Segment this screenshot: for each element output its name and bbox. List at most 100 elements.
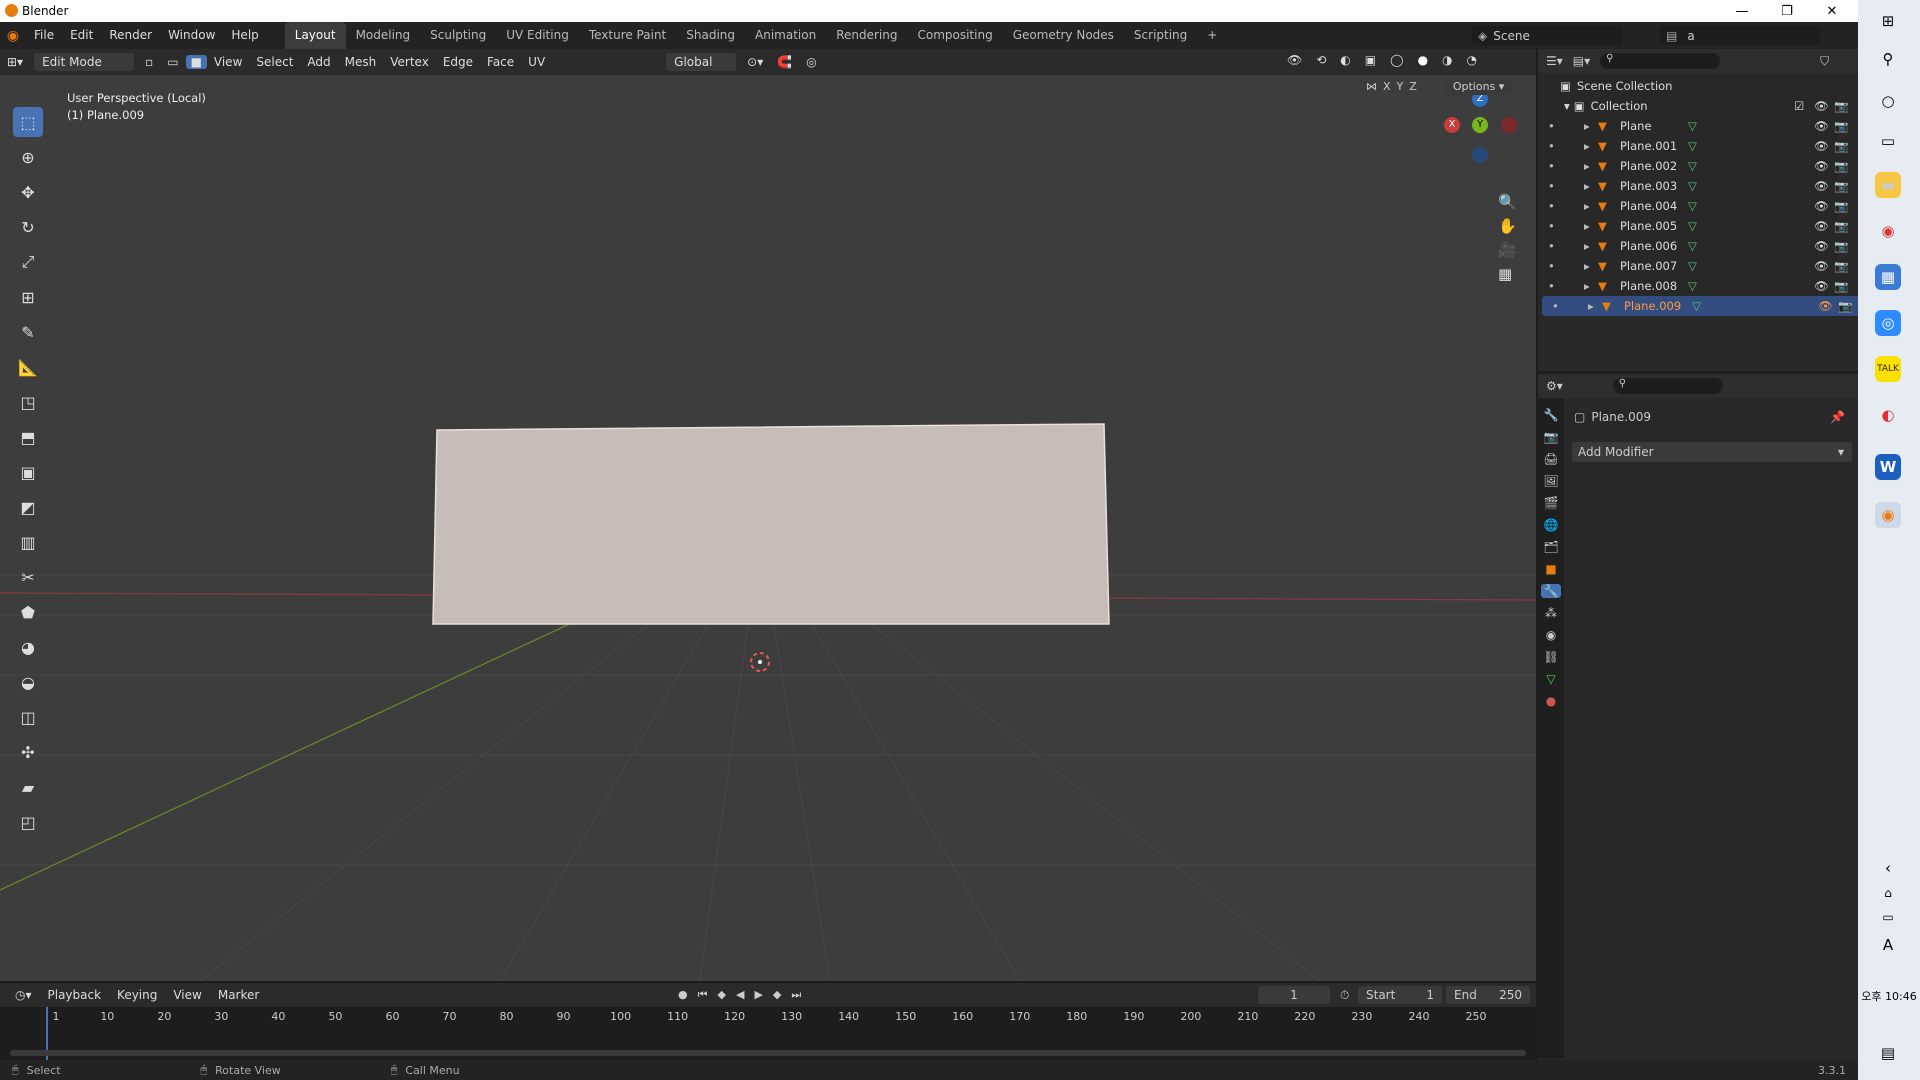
scene-selector[interactable]: ◈ Scene xyxy=(1472,26,1622,45)
mesh-data-icon[interactable]: ▽ xyxy=(1688,159,1697,173)
mesh-data-icon[interactable]: ▽ xyxy=(1688,119,1697,133)
mesh-data-icon[interactable]: ▽ xyxy=(1688,279,1697,293)
mesh-data-icon[interactable]: ▽ xyxy=(1688,139,1697,153)
clock[interactable]: 오후 10:46 xyxy=(1860,988,1918,1004)
jump-start-icon[interactable]: ⏮ xyxy=(698,988,708,1002)
camera-app-icon[interactable]: ◎ xyxy=(1875,310,1901,336)
add-modifier-dropdown[interactable]: Add Modifier ▾ xyxy=(1572,442,1852,462)
eye-icon[interactable]: 👁 xyxy=(1818,299,1833,313)
windows-start-icon[interactable]: ⊞ xyxy=(1875,8,1901,34)
outliner-item-row[interactable]: • ▸ ▼ Plane.007 ▽ 👁 📷 xyxy=(1538,256,1856,276)
select-box-tool-icon[interactable]: ⬚ xyxy=(13,107,43,137)
start-frame-field[interactable]: Start 1 xyxy=(1358,986,1442,1004)
tab-shading[interactable]: Shading xyxy=(676,22,745,49)
menu-render[interactable]: Render xyxy=(101,22,160,49)
mesh-data-icon[interactable]: ▽ xyxy=(1688,239,1697,253)
mode-selector[interactable]: Edit Mode xyxy=(34,53,135,71)
navigation-gizmo[interactable]: Z Y X xyxy=(1440,87,1520,167)
pan-hand-icon[interactable]: ✋ xyxy=(1498,217,1517,235)
outliner-item-label[interactable]: Plane.005 xyxy=(1620,219,1677,233)
expand-arrow-icon[interactable]: ▸ xyxy=(1584,139,1590,153)
play-reverse-icon[interactable]: ◀ xyxy=(736,988,744,1002)
chrome-icon[interactable]: ◉ xyxy=(1875,218,1901,244)
menu-keying[interactable]: Keying xyxy=(110,988,164,1002)
menu-mesh[interactable]: Mesh xyxy=(338,55,384,69)
expand-arrow-icon[interactable]: ▸ xyxy=(1584,279,1590,293)
pin-icon[interactable]: 📌 xyxy=(1830,410,1845,424)
object-tab-icon[interactable]: ■ xyxy=(1545,562,1556,576)
camera-icon[interactable]: 📷 xyxy=(1834,119,1848,133)
gizmo-x[interactable]: X xyxy=(1444,117,1460,133)
menu-vertex[interactable]: Vertex xyxy=(383,55,436,69)
eye-icon[interactable]: 👁 xyxy=(1814,239,1829,253)
poly-build-tool-icon[interactable]: ⬟ xyxy=(13,597,43,627)
measure-tool-icon[interactable]: 📐 xyxy=(13,352,43,382)
eye-icon[interactable]: 👁 xyxy=(1814,139,1829,153)
zoom-icon[interactable]: 🔍 xyxy=(1498,193,1517,211)
particles-tab-icon[interactable]: ⁂ xyxy=(1545,606,1557,620)
play-icon[interactable]: ▶ xyxy=(754,988,762,1002)
outliner-item-label[interactable]: Plane.007 xyxy=(1620,259,1677,273)
outliner-editor-icon[interactable]: ☰▾ xyxy=(1546,54,1563,68)
collapse-arrow-icon[interactable]: ▾ xyxy=(1564,99,1570,113)
world-tab-icon[interactable]: 🌐 xyxy=(1544,518,1559,532)
outliner-item-label[interactable]: Plane.008 xyxy=(1620,279,1677,293)
search-icon[interactable]: ⚲ xyxy=(1875,46,1901,72)
pivot-icon[interactable]: ⊙▾ xyxy=(740,55,770,69)
extrude-tool-icon[interactable]: ⬒ xyxy=(13,422,43,452)
outliner-item-row[interactable]: • ▸ ▼ Plane.008 ▽ 👁 📷 xyxy=(1538,276,1856,296)
scene-collection-row[interactable]: ▣ Scene Collection xyxy=(1538,76,1856,96)
outliner-item-row[interactable]: • ▸ ▼ Plane ▽ 👁 📷 xyxy=(1538,116,1856,136)
mesh-data-icon[interactable]: ▽ xyxy=(1692,299,1701,313)
maximize-button[interactable]: ❐ xyxy=(1765,0,1809,22)
cortana-icon[interactable]: ○ xyxy=(1875,88,1901,114)
ime-indicator[interactable]: A xyxy=(1875,932,1901,958)
expand-arrow-icon[interactable]: ▸ xyxy=(1588,299,1594,313)
file-explorer-icon[interactable]: ▬ xyxy=(1875,172,1901,198)
data-tab-icon[interactable]: ▽ xyxy=(1546,672,1555,686)
gizmo-neg-z[interactable] xyxy=(1472,147,1488,163)
task-view-icon[interactable]: ▭ xyxy=(1875,128,1901,154)
mirror-icon[interactable]: ⋈ xyxy=(1366,80,1377,93)
outliner-item-label[interactable]: Plane.006 xyxy=(1620,239,1677,253)
constraints-tab-icon[interactable]: ⛓ xyxy=(1543,650,1558,664)
eye-icon[interactable]: 👁 xyxy=(1814,199,1829,213)
visibility-icon[interactable]: 👁 xyxy=(1280,53,1309,67)
loop-cut-tool-icon[interactable]: ▥ xyxy=(13,527,43,557)
timeline-scrollbar[interactable] xyxy=(10,1050,1526,1056)
outliner-item-label[interactable]: Plane.002 xyxy=(1620,159,1677,173)
output-tab-icon[interactable]: 🖨 xyxy=(1543,452,1558,466)
minimize-button[interactable]: — xyxy=(1720,0,1764,22)
outliner-item-row[interactable]: • ▸ ▼ Plane.003 ▽ 👁 📷 xyxy=(1538,176,1856,196)
wireframe-shading-icon[interactable]: ◯ xyxy=(1383,53,1410,67)
proportional-edit-icon[interactable]: ◎ xyxy=(799,55,823,69)
menu-uv[interactable]: UV xyxy=(521,55,552,69)
eye-icon[interactable]: 👁 xyxy=(1814,99,1829,113)
blender-menu-icon[interactable]: ◉ xyxy=(0,28,26,44)
inset-tool-icon[interactable]: ▣ xyxy=(13,457,43,487)
add-cube-tool-icon[interactable]: ◳ xyxy=(13,387,43,417)
snap-icon[interactable]: 🧲 xyxy=(770,55,799,69)
close-button[interactable]: ✕ xyxy=(1810,0,1854,22)
overlay-toggle-icon[interactable]: ◐ xyxy=(1333,53,1357,67)
camera-icon[interactable]: 📷 xyxy=(1834,139,1848,153)
outliner-item-row[interactable]: • ▸ ▼ Plane.009 ▽ 👁 📷 xyxy=(1542,296,1860,316)
camera-icon[interactable]: 📷 xyxy=(1834,159,1848,173)
menu-view[interactable]: View xyxy=(207,55,249,69)
end-frame-field[interactable]: End 250 xyxy=(1446,986,1530,1004)
axis-x-toggle[interactable]: X xyxy=(1383,80,1391,93)
outliner-item-row[interactable]: • ▸ ▼ Plane.001 ▽ 👁 📷 xyxy=(1538,136,1856,156)
display-mode-icon[interactable]: ▤▾ xyxy=(1573,54,1590,68)
expand-arrow-icon[interactable]: ▸ xyxy=(1584,159,1590,173)
cursor-tool-icon[interactable]: ⊕ xyxy=(13,142,43,172)
gizmo-toggle-icon[interactable]: ⟲ xyxy=(1309,53,1333,67)
kakaotalk-icon[interactable]: TALK xyxy=(1875,356,1901,382)
camera-icon[interactable]: 📷 xyxy=(1834,99,1848,113)
camera-view-icon[interactable]: 🎥 xyxy=(1498,241,1517,259)
move-tool-icon[interactable]: ✥ xyxy=(13,177,43,207)
rotate-tool-icon[interactable]: ↻ xyxy=(13,212,43,242)
spin-tool-icon[interactable]: ◕ xyxy=(13,632,43,662)
word-icon[interactable]: W xyxy=(1875,454,1901,480)
expand-arrow-icon[interactable]: ▸ xyxy=(1584,259,1590,273)
filter-icon[interactable]: ⛉ xyxy=(1820,54,1829,69)
